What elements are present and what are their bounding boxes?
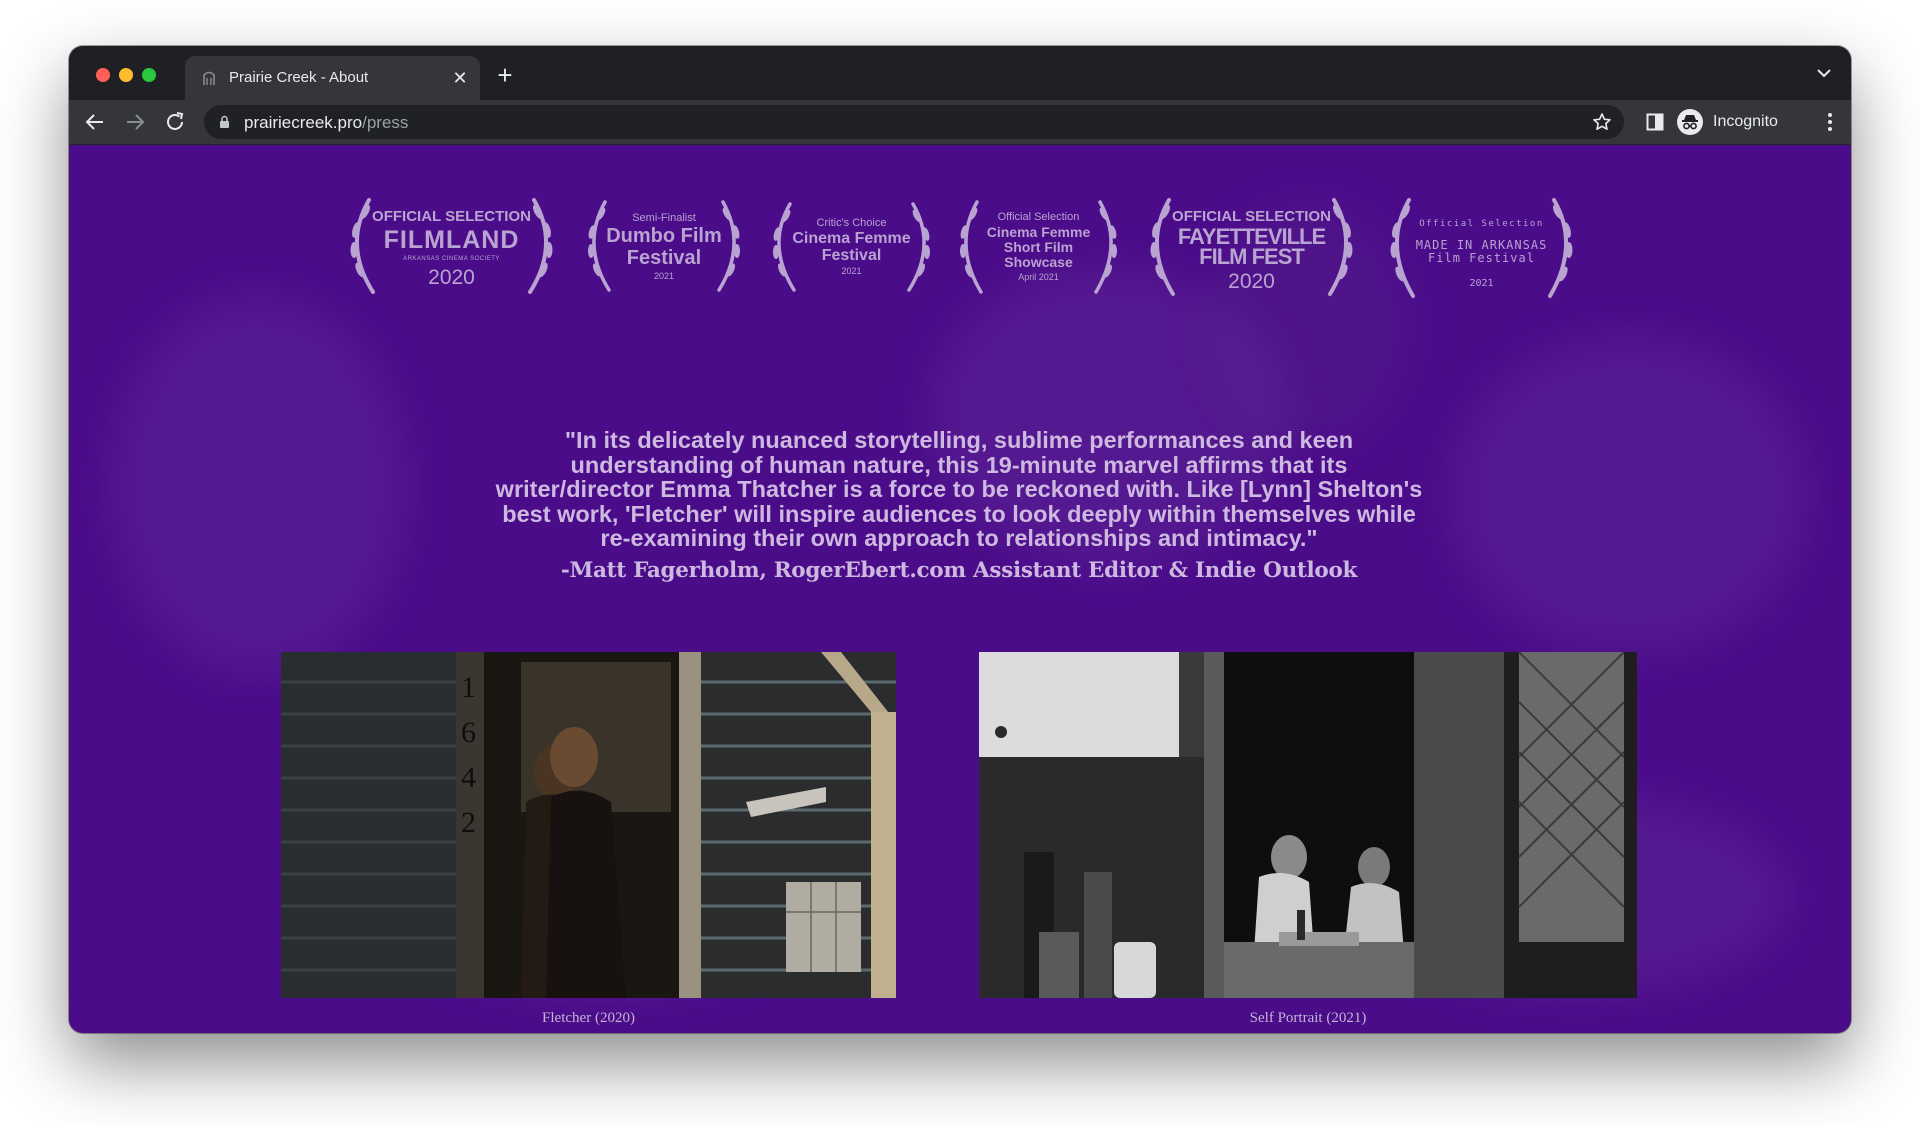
laurel-top-text: OFFICIAL SELECTION [1172, 208, 1331, 225]
laurel-made-in-arkansas: Official Selection MADE IN ARKANSAS Film… [1379, 190, 1584, 300]
laurel-festival-name: Festival [821, 247, 882, 264]
tab-search-chevron-icon[interactable] [1815, 66, 1833, 80]
background-image [109, 295, 409, 675]
incognito-profile-button[interactable]: Incognito [1677, 105, 1778, 139]
bookmark-star-icon[interactable] [1592, 112, 1612, 132]
quote-line: writer/director Emma Thatcher is a force… [495, 476, 1423, 503]
laurel-year: 2021 [841, 266, 862, 276]
laurel-festival-name: FILMLAND [383, 226, 520, 254]
festival-laurels: OFFICIAL SELECTION FILMLAND ARKANSAS CIN… [339, 190, 1579, 300]
laurel-year: April 2021 [1018, 272, 1059, 282]
quote-line: best work, 'Fletcher' will inspire audie… [502, 500, 1416, 527]
self-portrait-still-image [979, 652, 1637, 998]
laurel-top-text: Semi-Finalist [632, 212, 696, 224]
laurel-top-text: Official Selection [997, 211, 1080, 223]
maximize-window-button[interactable] [142, 68, 156, 82]
laurel-cinema-femme-showcase: Official Selection Cinema Femme Short Fi… [951, 190, 1126, 300]
site-favicon-icon [203, 71, 215, 85]
quote-line: re-examining their own approach to relat… [600, 525, 1318, 552]
laurel-festival-name: Festival [626, 247, 702, 269]
more-menu-icon[interactable] [1827, 112, 1833, 132]
laurel-festival-name: Short Film [1003, 239, 1074, 255]
url-text[interactable]: prairiecreek.pro/press [244, 113, 408, 133]
tab-strip: Prairie Creek - About ✕ + [69, 46, 1851, 100]
laurel-festival-name: MADE IN ARKANSAS [1415, 238, 1548, 252]
side-panel-icon[interactable] [1646, 113, 1664, 131]
laurel-top-text: Critic's Choice [816, 217, 887, 229]
toolbar: prairiecreek.pro/press Incognito [69, 100, 1851, 145]
quote-line: "In its delicately nuanced storytelling,… [564, 427, 1354, 453]
incognito-label: Incognito [1713, 113, 1778, 130]
still-self-portrait[interactable] [979, 652, 1637, 998]
quote-attribution: -Matt Fagerholm, RogerEbert.com Assistan… [560, 558, 1358, 583]
tab-title: Prairie Creek - About [229, 69, 369, 86]
tab-prairie-creek[interactable]: Prairie Creek - About ✕ [185, 56, 480, 100]
press-quote: "In its delicately nuanced storytelling,… [449, 428, 1469, 551]
still-fletcher[interactable]: 1 6 4 2 [281, 652, 896, 998]
incognito-icon [1677, 109, 1703, 135]
laurel-dumbo: Semi-Finalist Dumbo Film Festival 2021 [579, 190, 749, 300]
laurel-sub-text: ARKANSAS CINEMA SOCIETY [403, 256, 500, 262]
back-arrow-icon[interactable] [83, 110, 107, 134]
laurel-festival-name: Cinema Femme [986, 224, 1091, 240]
laurel-fayetteville: OFFICIAL SELECTION FAYETTEVILLE FILM FES… [1139, 190, 1364, 300]
reload-icon[interactable] [163, 110, 187, 134]
fletcher-still-image: 1 6 4 2 [281, 652, 896, 998]
laurel-top-text: Official Selection [1419, 219, 1544, 229]
browser-window: Prairie Creek - About ✕ + prairiecreek.p… [69, 46, 1851, 1033]
laurel-cinema-femme-critics: Critic's Choice Cinema Femme Festival 20… [764, 190, 939, 300]
forward-arrow-icon[interactable] [123, 110, 147, 134]
tab-close-icon[interactable]: ✕ [450, 68, 470, 88]
svg-text:1: 1 [461, 671, 476, 704]
new-tab-icon[interactable]: + [493, 62, 517, 88]
minimize-window-button[interactable] [119, 68, 133, 82]
laurel-filmland: OFFICIAL SELECTION FILMLAND ARKANSAS CIN… [339, 190, 564, 300]
svg-text:2: 2 [461, 806, 476, 839]
laurel-festival-name: Dumbo Film [606, 225, 722, 247]
laurel-year: 2021 [1469, 278, 1494, 289]
still-caption: Self Portrait (2021) [1249, 1010, 1367, 1026]
laurel-top-text: OFFICIAL SELECTION [372, 208, 531, 225]
still-caption: Fletcher (2020) [542, 1010, 635, 1026]
close-window-button[interactable] [96, 68, 110, 82]
laurel-festival-name: Cinema Femme [792, 230, 911, 247]
quote-line: understanding of human nature, this 19-m… [570, 451, 1348, 478]
laurel-festival-name: FILM FEST [1199, 244, 1305, 269]
svg-text:4: 4 [461, 761, 476, 794]
laurel-year: 2021 [653, 271, 675, 281]
address-bar[interactable]: prairiecreek.pro/press [204, 105, 1624, 139]
laurel-year: 2020 [1228, 270, 1275, 293]
laurel-year: 2020 [428, 266, 475, 289]
press-page: OFFICIAL SELECTION FILMLAND ARKANSAS CIN… [69, 145, 1851, 1033]
svg-text:6: 6 [461, 716, 476, 749]
lock-icon[interactable] [219, 115, 230, 129]
laurel-festival-name: Film Festival [1428, 251, 1535, 265]
laurel-festival-name: Showcase [1004, 254, 1073, 270]
